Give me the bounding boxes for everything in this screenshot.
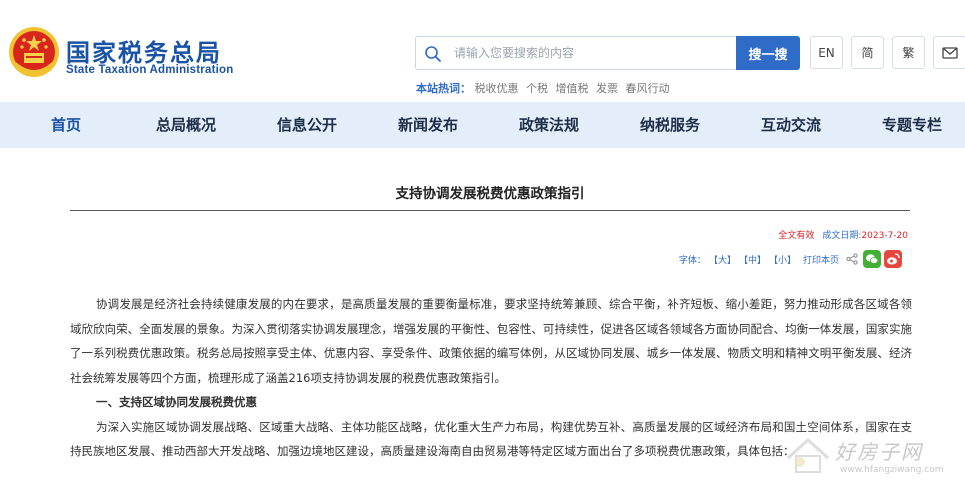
national-emblem-icon[interactable] — [8, 26, 60, 78]
font-large-button[interactable]: 【大】 — [709, 253, 736, 266]
date-label: 成文日期: — [822, 231, 862, 241]
font-size-label: 字体： — [678, 255, 706, 266]
watermark-house-icon — [786, 437, 830, 473]
simplified-chinese-button[interactable]: 简 — [851, 36, 884, 69]
font-medium-button[interactable]: 【中】 — [739, 253, 766, 266]
hot-keyword-link[interactable]: 发票 — [596, 82, 618, 95]
search-icon — [425, 46, 441, 62]
title-divider — [70, 210, 910, 211]
hot-keyword-link[interactable]: 个税 — [526, 82, 548, 95]
validity-status: 全文有效 — [778, 231, 815, 241]
mail-button[interactable] — [933, 36, 965, 69]
article-tools: 字体： 【大】 【中】 【小】 打印本页 — [679, 250, 905, 268]
hot-keywords-label: 本站热词： — [416, 82, 471, 95]
section-heading: 一、支持区域协同发展税费优惠 — [96, 395, 257, 409]
hot-keyword-link[interactable]: 税收优惠 — [475, 82, 519, 95]
watermark-url: www.hfangziwang.com — [840, 465, 944, 475]
search-button[interactable]: 搜一搜 — [736, 36, 800, 70]
brand-name-en[interactable]: State Taxation Administration — [66, 64, 233, 76]
watermark: 好房子网 www.hfangziwang.com — [780, 430, 960, 480]
main-nav: 首页 总局概况 信息公开 新闻发布 政策法规 纳税服务 互动交流 专题专栏 — [0, 102, 965, 148]
brand-name-cn[interactable]: 国家税务总局 — [66, 33, 222, 68]
mail-icon — [941, 46, 958, 59]
traditional-chinese-button[interactable]: 繁 — [892, 36, 925, 69]
nav-item-topics[interactable]: 专题专栏 — [882, 102, 942, 148]
font-small-button[interactable]: 【小】 — [769, 253, 796, 266]
document-date: 2023-7-20 — [861, 231, 908, 241]
site-header: 国家税务总局 State Taxation Administration 搜一搜… — [0, 0, 965, 102]
article-meta: 全文有效 成文日期:2023-7-20 — [778, 228, 908, 241]
share-icon[interactable] — [846, 253, 858, 265]
nav-item-tax-service[interactable]: 纳税服务 — [640, 102, 700, 148]
nav-item-news[interactable]: 新闻发布 — [398, 102, 458, 148]
nav-item-home[interactable]: 首页 — [51, 102, 81, 148]
hot-keyword-link[interactable]: 春风行动 — [626, 82, 670, 95]
search-box: 搜一搜 — [415, 36, 800, 70]
nav-item-interaction[interactable]: 互动交流 — [761, 102, 821, 148]
nav-item-info-disclosure[interactable]: 信息公开 — [277, 102, 337, 148]
hot-keyword-link[interactable]: 增值税 — [556, 82, 589, 95]
weibo-icon[interactable] — [884, 250, 902, 268]
nav-item-policies[interactable]: 政策法规 — [519, 102, 579, 148]
print-button[interactable]: 打印本页 — [803, 253, 839, 266]
search-input[interactable] — [454, 38, 734, 68]
nav-item-overview[interactable]: 总局概况 — [156, 102, 216, 148]
article-title: 支持协调发展税费优惠政策指引 — [395, 186, 585, 202]
article-paragraph: 协调发展是经济社会持续健康发展的内在要求，是高质量发展的重要衡量标准，要求坚持统… — [70, 297, 912, 385]
watermark-text: 好房子网 — [835, 440, 923, 464]
english-button[interactable]: EN — [810, 36, 843, 69]
hot-keywords: 本站热词： 税收优惠 个税 增值税 发票 春风行动 — [416, 80, 674, 96]
wechat-icon[interactable] — [863, 250, 881, 268]
